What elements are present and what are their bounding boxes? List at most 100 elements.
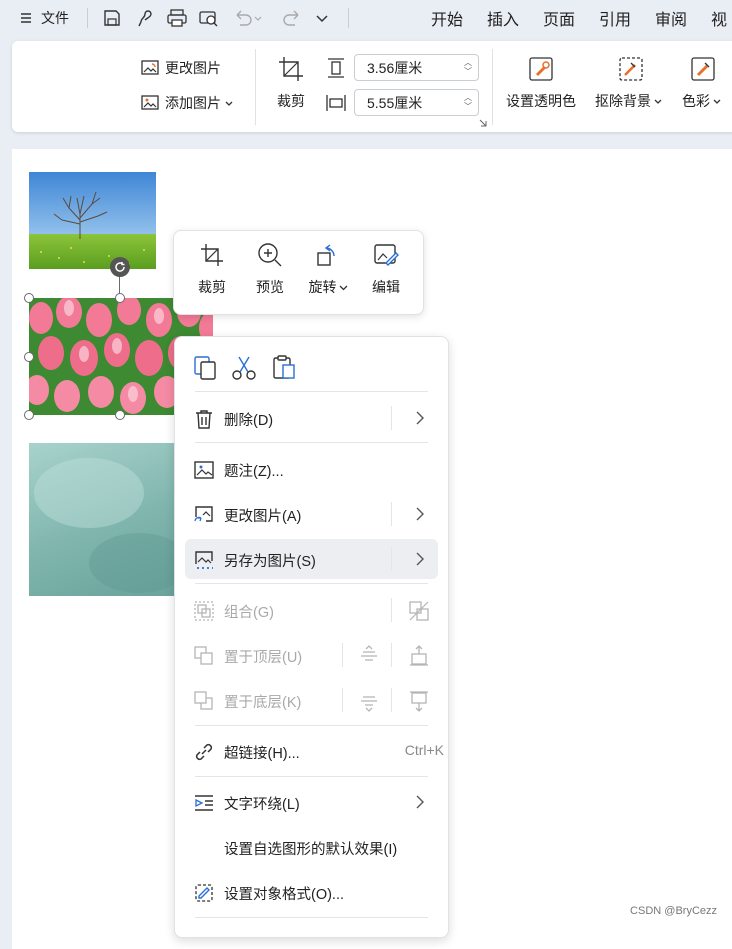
more-quick-access-button[interactable]	[314, 0, 330, 36]
menu-send-to-bottom[interactable]: 置于底层(K)	[185, 680, 438, 720]
edit-picture-icon	[374, 244, 399, 266]
ungroup-icon[interactable]	[407, 599, 431, 623]
group-icon	[194, 601, 214, 621]
chevron-right-icon[interactable]	[413, 550, 427, 568]
align-bottom-icon[interactable]	[407, 689, 431, 713]
tab-home[interactable]: 开始	[431, 0, 463, 36]
crop-icon	[201, 244, 223, 266]
tab-insert[interactable]: 插入	[487, 0, 519, 36]
save-button[interactable]	[102, 0, 122, 36]
resize-handle-left[interactable]	[24, 352, 34, 362]
undo-button[interactable]	[233, 0, 263, 36]
redo-button[interactable]	[282, 0, 302, 36]
tree-picture[interactable]	[29, 172, 156, 269]
width-spin-up[interactable]: ︿	[464, 94, 472, 102]
menu-bring-to-top[interactable]: 置于顶层(U)	[185, 635, 438, 675]
brush-icon	[138, 10, 152, 27]
send-backward-icon[interactable]	[357, 689, 381, 713]
cut-button[interactable]	[231, 355, 257, 381]
tab-review[interactable]: 审阅	[655, 0, 687, 36]
file-menu-label: 文件	[41, 10, 69, 26]
remove-background-label: 抠除背景	[595, 93, 651, 109]
menu-delete[interactable]: 删除(D)	[185, 398, 438, 438]
height-icon	[325, 57, 347, 79]
ribbon-crop-button[interactable]: 裁剪	[277, 55, 305, 111]
set-transparent-button[interactable]: 设置透明色	[506, 55, 576, 111]
height-spin-down[interactable]: ﹀	[464, 68, 472, 76]
print-button[interactable]	[166, 0, 188, 36]
chevron-right-icon[interactable]	[413, 505, 427, 523]
copy-icon	[194, 356, 216, 380]
menu-change-picture-label: 更改图片(A)	[224, 509, 302, 525]
color-label: 色彩	[682, 93, 710, 109]
more-icon	[316, 15, 328, 23]
width-value: 5.55厘米	[367, 94, 423, 111]
tab-view[interactable]: 视	[711, 0, 727, 36]
resize-handle-top[interactable]	[115, 293, 125, 303]
bring-forward-icon[interactable]	[357, 644, 381, 668]
mini-crop-button[interactable]: 裁剪	[187, 241, 237, 297]
undo-icon	[236, 10, 262, 26]
paste-icon	[273, 355, 295, 379]
cut-icon	[232, 356, 256, 380]
size-dialog-launcher[interactable]	[479, 119, 487, 127]
add-picture-button[interactable]: 添加图片	[140, 93, 234, 113]
resize-handle-bl[interactable]	[24, 410, 34, 420]
context-menu: 删除(D) 题注(Z)... 更改图片(A) 另存为图片(S) 组合(G) 置于…	[174, 336, 449, 938]
picture-mini-toolbar: 裁剪 预览 旋转 编辑	[173, 230, 424, 315]
change-picture-icon	[194, 506, 213, 522]
trash-icon	[196, 410, 212, 429]
tab-page[interactable]: 页面	[543, 0, 575, 36]
width-spin-down[interactable]: ﹀	[464, 103, 472, 111]
change-picture-button[interactable]: 更改图片	[140, 58, 221, 78]
menu-text-wrap[interactable]: 文字环绕(L)	[185, 782, 438, 822]
menu-format-object-label: 设置对象格式(O)...	[224, 887, 345, 903]
width-input[interactable]: 5.55厘米 ︿ ﹀	[354, 89, 479, 116]
height-input[interactable]: 3.56厘米 ︿ ﹀	[354, 54, 479, 81]
chevron-right-icon[interactable]	[413, 793, 427, 811]
remove-background-button[interactable]: 抠除背景	[595, 55, 663, 111]
menu-format-object[interactable]: 设置对象格式(O)...	[185, 872, 438, 912]
crop-icon	[279, 57, 303, 81]
menu-caption[interactable]: 题注(Z)...	[185, 449, 438, 489]
height-spin-up[interactable]: ︿	[464, 59, 472, 67]
main-menu-button[interactable]: 文件	[20, 0, 69, 36]
chevron-right-icon[interactable]	[413, 409, 427, 427]
menu-hyperlink[interactable]: 超链接(H)... Ctrl+K	[185, 731, 444, 771]
chevron-down-icon	[713, 99, 721, 104]
resize-handle-tl[interactable]	[24, 293, 34, 303]
watermark: CSDN @BryCezz	[630, 905, 717, 917]
menu-change-picture[interactable]: 更改图片(A)	[185, 494, 438, 534]
teal-texture-picture[interactable]	[29, 443, 175, 596]
picture-tools-ribbon: 更改图片 添加图片 裁剪 3.56厘米 ︿ ﹀ 5.55厘米 ︿ ﹀ 设置透明色…	[12, 41, 732, 132]
bring-to-front-icon	[194, 646, 213, 665]
set-transparent-label: 设置透明色	[506, 93, 576, 109]
redo-icon	[283, 10, 299, 26]
print-preview-button[interactable]	[198, 0, 220, 36]
chevron-down-icon	[654, 99, 662, 104]
zoom-in-icon	[258, 243, 282, 267]
color-button[interactable]: 色彩	[682, 55, 722, 111]
tab-references[interactable]: 引用	[599, 0, 631, 36]
save-as-picture-icon	[195, 551, 213, 569]
align-top-icon[interactable]	[407, 644, 431, 668]
menu-group[interactable]: 组合(G)	[185, 590, 438, 630]
paste-button[interactable]	[271, 354, 297, 380]
menu-save-as-picture[interactable]: 另存为图片(S)	[185, 539, 438, 579]
rotate-icon	[115, 262, 125, 272]
chevron-down-icon	[339, 285, 347, 290]
teal-texture-image	[34, 458, 175, 593]
add-picture-label: 添加图片	[165, 95, 221, 111]
mini-edit-button[interactable]: 编辑	[361, 241, 411, 297]
rotate-handle[interactable]	[110, 257, 130, 277]
mini-preview-button[interactable]: 预览	[245, 241, 295, 297]
mini-rotate-button[interactable]: 旋转	[303, 241, 353, 297]
change-picture-label: 更改图片	[165, 60, 221, 76]
mini-preview-label: 预览	[256, 279, 284, 295]
format-painter-button[interactable]	[136, 0, 156, 36]
link-icon	[195, 743, 213, 761]
remove-background-icon	[619, 57, 643, 81]
menu-set-default-effect[interactable]: 设置自选图形的默认效果(I)	[185, 827, 438, 867]
copy-button[interactable]	[192, 355, 218, 381]
resize-handle-bottom[interactable]	[115, 410, 125, 420]
